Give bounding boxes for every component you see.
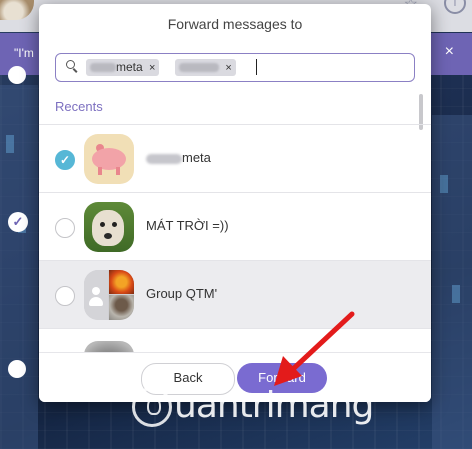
blurred-name bbox=[90, 63, 116, 73]
dog-avatar bbox=[84, 202, 134, 252]
chip-remove-icon[interactable]: × bbox=[149, 62, 155, 74]
contact-checkbox[interactable] bbox=[55, 286, 75, 306]
recipient-chip: × bbox=[175, 59, 236, 76]
message-select-radio[interactable] bbox=[8, 360, 26, 378]
recents-label: Recents bbox=[55, 99, 103, 114]
text-cursor bbox=[256, 59, 257, 75]
contact-row[interactable]: ✓ meta bbox=[39, 124, 431, 193]
dialog-title: Forward messages to bbox=[167, 16, 303, 32]
recipient-search-input[interactable]: meta × × bbox=[55, 53, 415, 82]
chip-remove-icon[interactable]: × bbox=[225, 62, 231, 74]
message-select-check[interactable]: ✓ bbox=[8, 212, 28, 232]
contact-checkbox-checked[interactable]: ✓ bbox=[55, 150, 75, 170]
blurred-name bbox=[179, 63, 219, 73]
pig-avatar bbox=[84, 134, 134, 184]
blurred-name bbox=[146, 153, 182, 164]
recipient-chip: meta × bbox=[86, 59, 160, 76]
forward-dialog: Forward messages to meta × × Recents ✓ m… bbox=[39, 4, 431, 402]
group-avatar bbox=[84, 270, 134, 320]
contact-name: MÁT TRỜI =)) bbox=[146, 218, 229, 233]
message-select-radio[interactable] bbox=[8, 66, 26, 84]
banner-text: "I'm bbox=[14, 46, 34, 60]
chip-label: meta bbox=[116, 60, 143, 74]
banner-close-icon[interactable]: × bbox=[445, 43, 454, 61]
contact-checkbox[interactable] bbox=[55, 218, 75, 238]
lightbulb-icon bbox=[132, 387, 172, 427]
watermark-text: uantrimang bbox=[174, 385, 374, 426]
contact-row[interactable]: Group QTM' bbox=[39, 260, 431, 329]
contact-row[interactable]: MÁT TRỜI =)) bbox=[39, 192, 431, 261]
search-icon bbox=[66, 60, 78, 73]
contact-name: meta bbox=[146, 150, 211, 165]
contact-name: Group QTM' bbox=[146, 286, 218, 301]
